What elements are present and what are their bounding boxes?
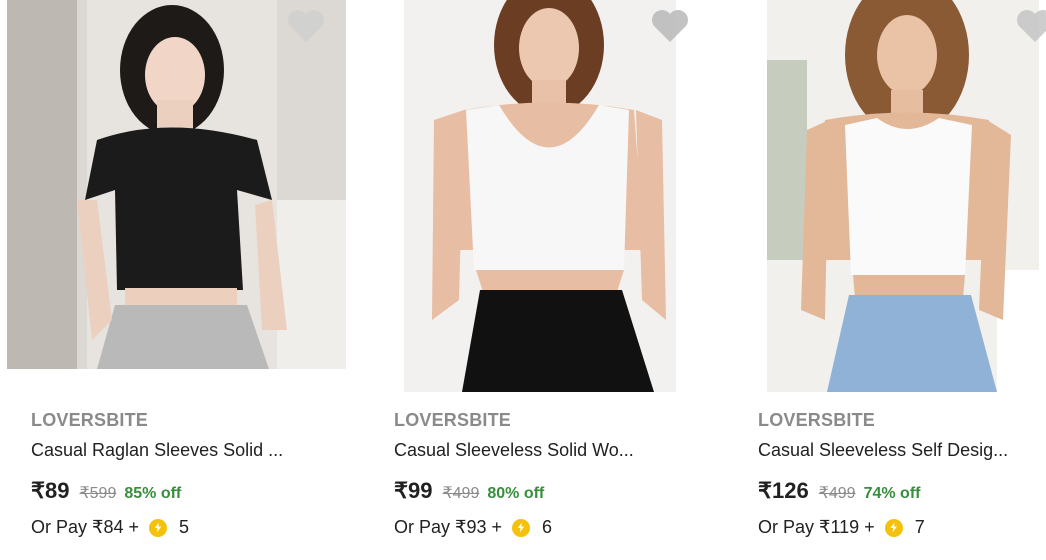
- product-image[interactable]: [767, 0, 1039, 392]
- wishlist-heart-icon[interactable]: [1015, 8, 1046, 44]
- coin-pay-row: Or Pay ₹93 + 6: [394, 517, 552, 538]
- supercoin-icon: [149, 518, 167, 537]
- coin-count: 5: [179, 517, 190, 537]
- price-row: ₹99 ₹499 80% off: [394, 478, 544, 504]
- discount-label: 80% off: [487, 485, 545, 502]
- price-row: ₹126 ₹499 74% off: [758, 478, 920, 504]
- coin-count: 6: [542, 517, 553, 537]
- supercoin-icon: [884, 518, 903, 537]
- price-row: ₹89 ₹599 85% off: [31, 478, 181, 504]
- coin-pay-text: Or Pay ₹119 +: [758, 517, 875, 537]
- product-title[interactable]: Casual Sleeveless Self Desig...: [758, 440, 1008, 461]
- coin-pay-text: Or Pay ₹93 +: [394, 517, 502, 537]
- discount-label: 85% off: [124, 485, 182, 502]
- product-card[interactable]: LOVERSBITE Casual Sleeveless Solid Wo...…: [394, 0, 734, 560]
- product-image[interactable]: [404, 0, 676, 392]
- supercoin-icon: [512, 518, 530, 537]
- original-price: ₹499: [818, 485, 856, 502]
- brand-name: LOVERSBITE: [394, 410, 512, 430]
- selling-price: ₹89: [31, 478, 70, 503]
- product-title[interactable]: Casual Sleeveless Solid Wo...: [394, 440, 634, 461]
- coin-pay-row: Or Pay ₹119 + 7: [758, 517, 925, 538]
- wishlist-heart-icon[interactable]: [286, 8, 326, 44]
- product-card[interactable]: LOVERSBITE Casual Sleeveless Self Desig.…: [758, 0, 1046, 560]
- coin-pay-text: Or Pay ₹84 +: [31, 517, 139, 537]
- product-image[interactable]: [7, 0, 346, 369]
- brand-name: LOVERSBITE: [758, 410, 876, 430]
- discount-label: 74% off: [863, 485, 921, 502]
- coin-count: 7: [914, 517, 925, 537]
- selling-price: ₹99: [394, 478, 433, 503]
- original-price: ₹499: [442, 485, 480, 502]
- selling-price: ₹126: [758, 478, 809, 503]
- original-price: ₹599: [79, 485, 117, 502]
- product-title[interactable]: Casual Raglan Sleeves Solid ...: [31, 440, 283, 461]
- wishlist-heart-icon[interactable]: [650, 8, 690, 44]
- product-card[interactable]: LOVERSBITE Casual Raglan Sleeves Solid .…: [7, 0, 371, 560]
- brand-name: LOVERSBITE: [31, 410, 149, 430]
- coin-pay-row: Or Pay ₹84 + 5: [31, 517, 189, 538]
